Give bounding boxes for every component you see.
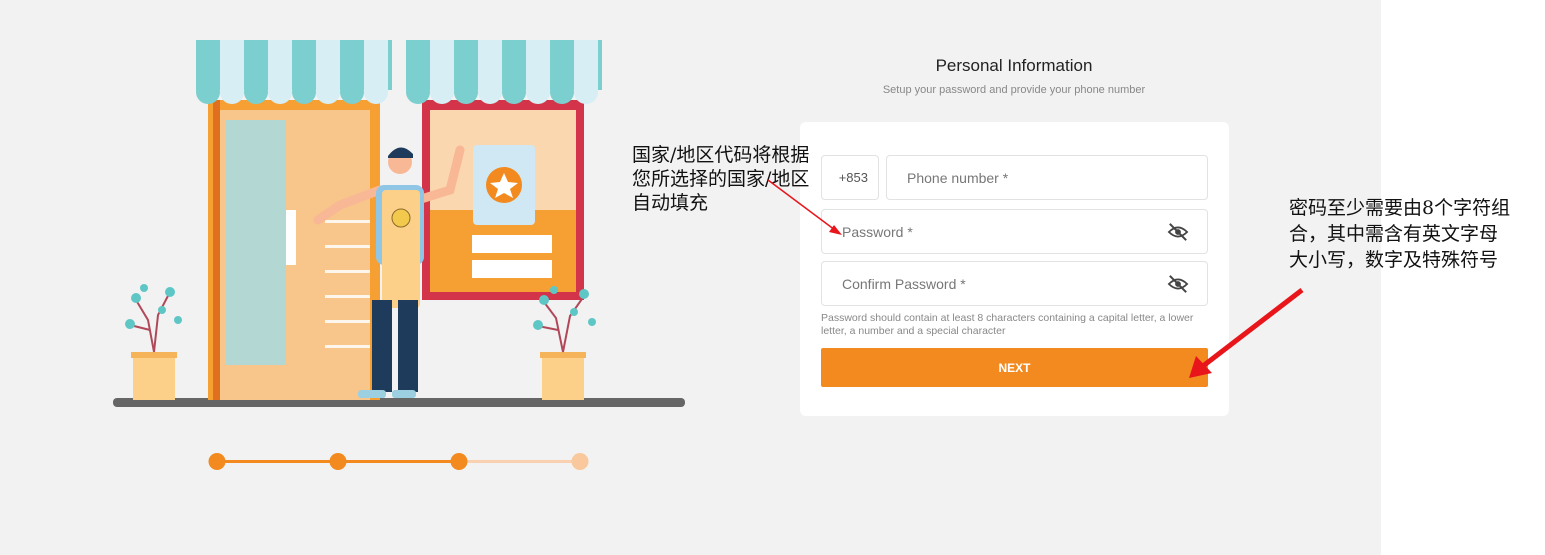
step-3-dot — [450, 453, 468, 470]
password-field[interactable] — [821, 209, 1208, 254]
confirm-password-input[interactable] — [822, 262, 1207, 305]
country-code-value: +853 — [838, 170, 868, 185]
confirm-password-field[interactable] — [821, 261, 1208, 306]
next-button[interactable]: NEXT — [821, 348, 1208, 387]
form-card: +853 Password should contain at least 8 … — [800, 122, 1229, 416]
eye-off-icon[interactable] — [1167, 274, 1189, 294]
password-input[interactable] — [822, 210, 1207, 253]
password-hint: Password should contain at least 8 chara… — [821, 312, 1194, 337]
progress-stepper — [208, 453, 589, 470]
phone-number-input[interactable] — [887, 156, 1207, 199]
phone-number-field[interactable] — [886, 155, 1208, 200]
shopkeeper-illustration — [113, 40, 685, 407]
page-title: Personal Information — [935, 56, 1093, 75]
page-subtitle: Setup your password and provide your pho… — [882, 84, 1146, 96]
step-2-dot — [329, 453, 347, 470]
eye-off-icon[interactable] — [1167, 222, 1189, 242]
step-4-dot — [571, 453, 589, 470]
password-annotation: 密码至少需要由8个字符组 合，其中需含有英文字母 大小写，数字及特殊符号 — [1289, 197, 1511, 271]
country-code-annotation: 国家/地区代码将根据 您所选择的国家/地区 自动填充 — [632, 144, 810, 214]
step-1-dot — [208, 453, 226, 470]
country-code-field[interactable]: +853 — [821, 155, 879, 200]
